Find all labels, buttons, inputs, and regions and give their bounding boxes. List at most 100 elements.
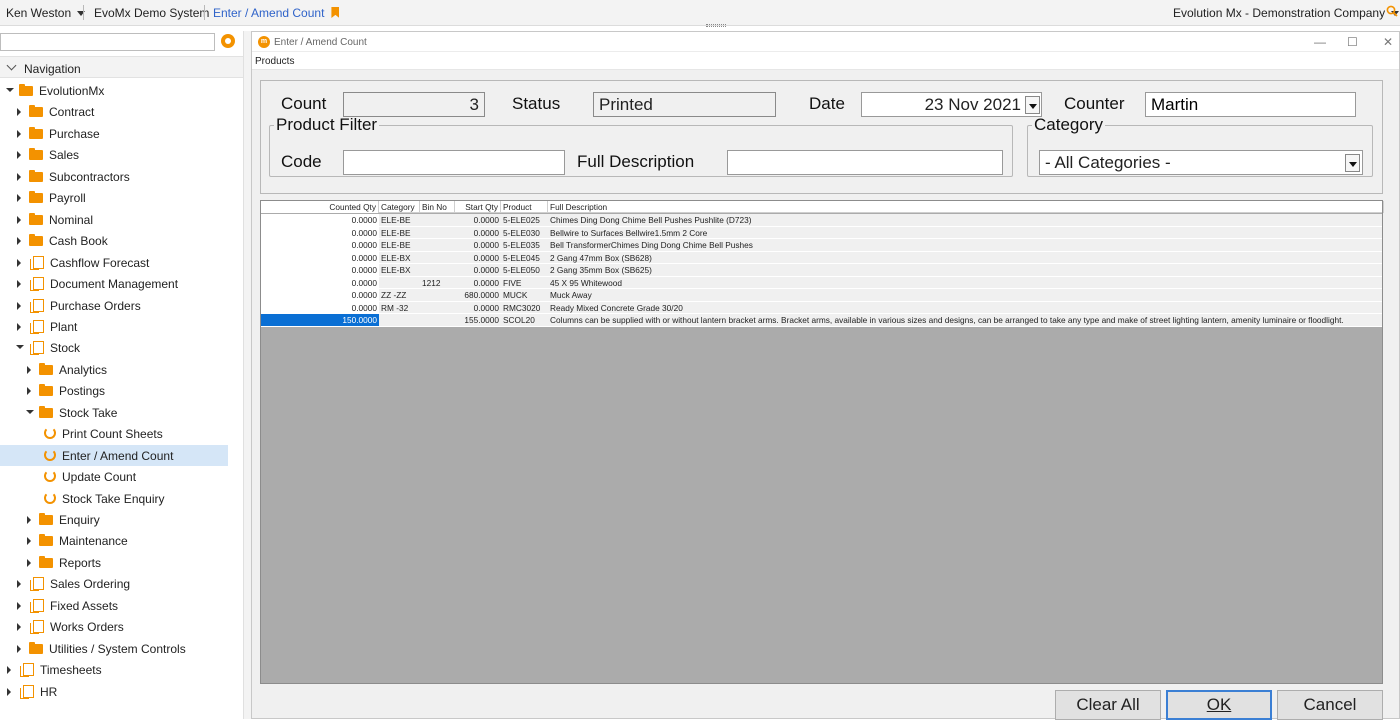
- sidebar-item-cashflow-forecast[interactable]: Cashflow Forecast: [0, 252, 243, 273]
- sidebar-item-sales[interactable]: Sales: [0, 144, 243, 165]
- sidebar-item-stock[interactable]: Stock: [0, 337, 243, 358]
- column-header-category[interactable]: Category: [379, 201, 420, 213]
- table-row[interactable]: 0.0000 ELE-BE 0.0000 5-ELE030 Bellwire to Su…: [261, 226, 1382, 240]
- navigation-header[interactable]: Navigation: [0, 56, 243, 78]
- column-header-product[interactable]: Product: [501, 201, 548, 213]
- counted-qty-cell[interactable]: 0.0000: [261, 301, 379, 314]
- caret-right-icon[interactable]: [17, 215, 21, 224]
- counted-qty-cell[interactable]: 0.0000: [261, 251, 379, 264]
- caret-right-icon[interactable]: [17, 129, 21, 138]
- column-header-full-description[interactable]: Full Description: [548, 201, 1384, 213]
- caret-right-icon[interactable]: [17, 172, 21, 181]
- table-row[interactable]: 0.0000 ELE-BX 0.0000 5-ELE045 2 Gang 47mm Bo…: [261, 251, 1382, 265]
- sidebar-item-sales-ordering[interactable]: Sales Ordering: [0, 573, 243, 594]
- bookmark-icon[interactable]: [331, 7, 340, 18]
- sidebar-item-stock-take[interactable]: Stock Take: [0, 402, 243, 423]
- sidebar-item-analytics[interactable]: Analytics: [0, 359, 243, 380]
- caret-right-icon[interactable]: [27, 537, 31, 546]
- caret-right-icon[interactable]: [27, 387, 31, 396]
- sidebar-item-payroll[interactable]: Payroll: [0, 187, 243, 208]
- caret-down-icon[interactable]: [16, 345, 24, 350]
- chevron-down-icon[interactable]: [1345, 154, 1360, 172]
- column-header-counted-qty[interactable]: Counted Qty: [261, 201, 379, 213]
- search-icon[interactable]: [1386, 5, 1398, 20]
- maximize-icon[interactable]: ☐: [1347, 35, 1358, 49]
- sidebar-item-purchase-orders[interactable]: Purchase Orders: [0, 295, 243, 316]
- table-row[interactable]: 0.0000 ZZ -ZZ 680.0000 MUCK Muck Away: [261, 289, 1382, 302]
- sidebar-item-postings[interactable]: Postings: [0, 380, 243, 401]
- caret-right-icon[interactable]: [27, 558, 31, 567]
- sidebar-item-works-orders[interactable]: Works Orders: [0, 616, 243, 637]
- caret-right-icon[interactable]: [17, 237, 21, 246]
- sidebar-item-subcontractors[interactable]: Subcontractors: [0, 166, 243, 187]
- code-input[interactable]: [343, 150, 565, 175]
- caret-right-icon[interactable]: [17, 644, 21, 653]
- caret-right-icon[interactable]: [27, 365, 31, 374]
- chevron-down-icon[interactable]: [1025, 96, 1040, 114]
- counted-qty-cell[interactable]: 0.0000: [261, 276, 379, 289]
- counted-qty-cell[interactable]: 0.0000: [261, 239, 379, 252]
- caret-down-icon[interactable]: [26, 409, 34, 414]
- caret-down-icon[interactable]: [6, 88, 14, 92]
- sidebar-item-evolutionmx[interactable]: EvolutionMx: [0, 80, 243, 101]
- category-select[interactable]: - All Categories -: [1039, 150, 1363, 175]
- counted-qty-cell[interactable]: 0.0000: [261, 289, 379, 302]
- close-icon[interactable]: ✕: [1383, 35, 1393, 49]
- minimize-icon[interactable]: —: [1314, 35, 1326, 49]
- counted-qty-cell[interactable]: 0.0000: [261, 226, 379, 239]
- sidebar-item-timesheets[interactable]: Timesheets: [0, 659, 243, 680]
- sidebar-item-contract[interactable]: Contract: [0, 101, 243, 122]
- date-picker[interactable]: 23 Nov 2021: [861, 92, 1042, 117]
- counted-qty-cell[interactable]: 150.0000: [261, 314, 379, 327]
- counted-qty-cell[interactable]: 0.0000: [261, 214, 379, 226]
- user-menu[interactable]: Ken Weston: [6, 6, 86, 20]
- caret-right-icon[interactable]: [7, 666, 11, 675]
- caret-right-icon[interactable]: [17, 601, 21, 610]
- sidebar-item-enquiry[interactable]: Enquiry: [0, 509, 243, 530]
- caret-right-icon[interactable]: [17, 280, 21, 289]
- table-row[interactable]: 150.0000 155.0000 SCOL20 Columns can be sup…: [261, 314, 1382, 327]
- counter-input[interactable]: [1145, 92, 1356, 117]
- sidebar-item-nominal[interactable]: Nominal: [0, 209, 243, 230]
- breadcrumb[interactable]: Enter / Amend Count: [213, 6, 340, 20]
- sidebar-item-plant[interactable]: Plant: [0, 316, 243, 337]
- sidebar-item-print-count-sheets[interactable]: Print Count Sheets: [0, 423, 243, 444]
- sidebar-item-maintenance[interactable]: Maintenance: [0, 530, 243, 551]
- column-header-bin-no[interactable]: Bin No: [420, 201, 455, 213]
- cancel-button[interactable]: Cancel: [1277, 690, 1383, 720]
- sidebar-item-update-count[interactable]: Update Count: [0, 466, 243, 487]
- counted-qty-cell[interactable]: 0.0000: [261, 264, 379, 277]
- sidebar-item-hr[interactable]: HR: [0, 681, 243, 702]
- system-name[interactable]: EvoMx Demo System: [94, 6, 209, 20]
- sidebar-item-document-management[interactable]: Document Management: [0, 273, 243, 294]
- caret-right-icon[interactable]: [17, 194, 21, 203]
- caret-right-icon[interactable]: [17, 258, 21, 267]
- sidebar-search-input[interactable]: [0, 33, 215, 51]
- sidebar-item-utilities-system-controls[interactable]: Utilities / System Controls: [0, 638, 243, 659]
- table-row[interactable]: 0.0000 1212 0.0000 FIVE 45 X 95 Whitewood: [261, 276, 1382, 290]
- clear-all-button[interactable]: Clear All: [1055, 690, 1161, 720]
- caret-right-icon[interactable]: [17, 623, 21, 632]
- menu-products[interactable]: Products: [255, 56, 294, 67]
- sidebar-item-reports[interactable]: Reports: [0, 552, 243, 573]
- sidebar-item-purchase[interactable]: Purchase: [0, 123, 243, 144]
- caret-right-icon[interactable]: [17, 322, 21, 331]
- caret-right-icon[interactable]: [17, 151, 21, 160]
- table-row[interactable]: 0.0000 RM -32 0.0000 RMC3020 Ready Mixed Con…: [261, 301, 1382, 315]
- company-menu[interactable]: Evolution Mx - Demonstration Company: [1173, 6, 1400, 20]
- sidebar-item-stock-take-enquiry[interactable]: Stock Take Enquiry: [0, 488, 243, 509]
- sidebar-item-enter-amend-count[interactable]: Enter / Amend Count: [0, 444, 228, 466]
- gear-icon[interactable]: [221, 34, 235, 48]
- ok-button[interactable]: OK: [1166, 690, 1272, 720]
- table-row[interactable]: 0.0000 ELE-BE 0.0000 5-ELE025 Chimes Ding Do…: [261, 214, 1382, 227]
- drag-grip-icon[interactable]: [706, 24, 726, 27]
- caret-right-icon[interactable]: [27, 516, 31, 524]
- full-description-input[interactable]: [727, 150, 1003, 175]
- table-row[interactable]: 0.0000 ELE-BX 0.0000 5-ELE050 2 Gang 35mm Bo…: [261, 264, 1382, 277]
- sidebar-item-cash-book[interactable]: Cash Book: [0, 230, 243, 251]
- sidebar-item-fixed-assets[interactable]: Fixed Assets: [0, 595, 243, 616]
- table-row[interactable]: 0.0000 ELE-BE 0.0000 5-ELE035 Bell Transform…: [261, 239, 1382, 252]
- caret-right-icon[interactable]: [7, 687, 11, 696]
- sidebar-splitter[interactable]: [243, 31, 251, 719]
- caret-right-icon[interactable]: [17, 580, 21, 589]
